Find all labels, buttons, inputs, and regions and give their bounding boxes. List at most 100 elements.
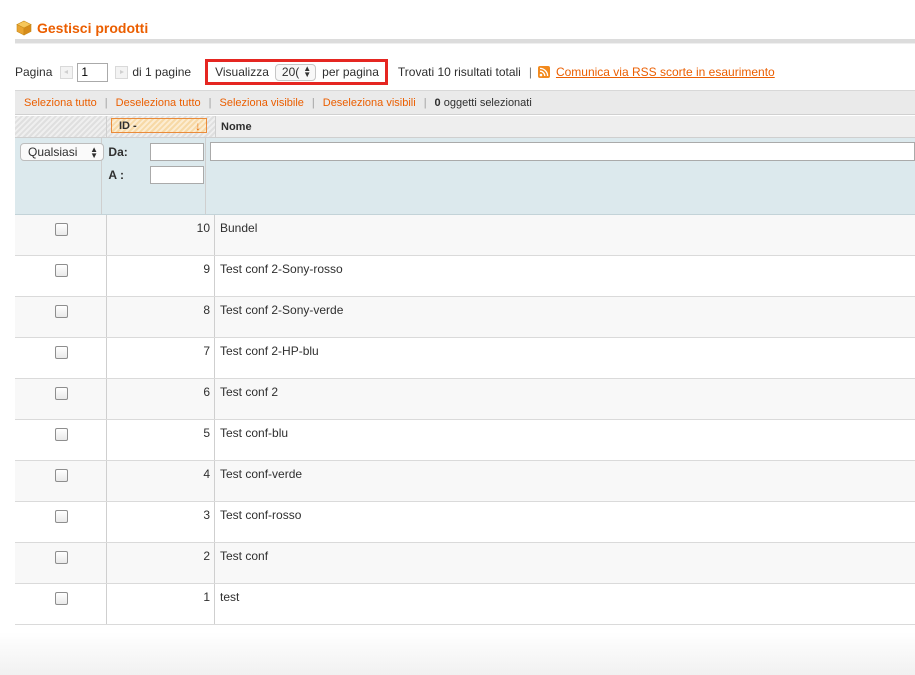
row-id: 3 bbox=[107, 502, 215, 542]
deselect-all-link[interactable]: Deseleziona tutto bbox=[116, 97, 201, 109]
row-name: test bbox=[220, 590, 240, 604]
id-sort-button[interactable]: ID - ↓ bbox=[111, 118, 207, 133]
header-divider bbox=[15, 39, 915, 44]
row-checkbox[interactable] bbox=[55, 305, 68, 318]
results-count: Trovati 10 risultati totali bbox=[397, 65, 521, 79]
row-checkbox-cell bbox=[15, 297, 107, 337]
per-page-control: Visualizza 20( ▲ ▼ per pagina bbox=[205, 59, 388, 85]
select-visible-link[interactable]: Seleziona visibile bbox=[220, 97, 304, 109]
table-row[interactable]: 6 Test conf 2 bbox=[15, 379, 915, 420]
rss-low-stock-link[interactable]: Comunica via RSS scorte in esaurimento bbox=[556, 65, 775, 79]
row-id: 5 bbox=[107, 420, 215, 460]
row-checkbox-cell bbox=[15, 502, 107, 542]
qualsiasi-select[interactable]: Qualsiasi ▲ ▼ bbox=[20, 143, 104, 161]
select-arrows-icon: ▲ ▼ bbox=[303, 64, 312, 79]
table-row[interactable]: 5 Test conf-blu bbox=[15, 420, 915, 461]
id-range-filter: Da: A : bbox=[102, 138, 206, 214]
row-checkbox-cell bbox=[15, 338, 107, 378]
row-checkbox[interactable] bbox=[55, 387, 68, 400]
table-row[interactable]: 7 Test conf 2-HP-blu bbox=[15, 338, 915, 379]
row-name: Test conf-rosso bbox=[220, 508, 302, 522]
filter-row: Qualsiasi ▲ ▼ Da: A : bbox=[15, 138, 915, 215]
select-arrows-icon: ▲ ▼ bbox=[90, 145, 98, 160]
row-name: Bundel bbox=[220, 221, 258, 235]
row-checkbox[interactable] bbox=[55, 346, 68, 359]
separator: | bbox=[423, 96, 427, 109]
row-checkbox[interactable] bbox=[55, 551, 68, 564]
row-checkbox[interactable] bbox=[55, 223, 68, 236]
selected-label: oggetti selezionati bbox=[443, 96, 532, 109]
page-title: Gestisci prodotti bbox=[37, 20, 149, 36]
separator: | bbox=[104, 96, 108, 109]
row-checkbox-cell bbox=[15, 215, 107, 255]
to-label: A : bbox=[108, 168, 124, 182]
view-label: Visualizza bbox=[215, 65, 269, 79]
row-name: Test conf 2-Sony-verde bbox=[220, 303, 344, 317]
checkbox-column-header bbox=[15, 116, 107, 137]
row-checkbox-cell bbox=[15, 256, 107, 296]
row-checkbox-cell bbox=[15, 379, 107, 419]
row-name: Test conf 2-HP-blu bbox=[220, 344, 319, 358]
id-column-header: ID - ↓ bbox=[107, 116, 216, 137]
row-id: 1 bbox=[107, 584, 215, 624]
table-row[interactable]: 2 Test conf bbox=[15, 543, 915, 584]
sort-desc-icon: ↓ bbox=[195, 119, 201, 133]
package-icon bbox=[16, 20, 32, 36]
per-page-label: per pagina bbox=[322, 65, 379, 79]
row-checkbox-cell bbox=[15, 543, 107, 583]
row-checkbox[interactable] bbox=[55, 592, 68, 605]
row-checkbox[interactable] bbox=[55, 264, 68, 277]
selected-count: 0 bbox=[434, 96, 441, 109]
name-column-label: Nome bbox=[221, 120, 252, 133]
id-from-input[interactable] bbox=[150, 143, 205, 161]
row-id: 7 bbox=[107, 338, 215, 378]
id-to-input[interactable] bbox=[150, 166, 205, 184]
table-row[interactable]: 8 Test conf 2-Sony-verde bbox=[15, 297, 915, 338]
grid-body: 10 Bundel 9 Test conf 2-Sony-rosso 8 Test con… bbox=[15, 215, 915, 625]
qualsiasi-value: Qualsiasi bbox=[28, 145, 78, 159]
row-name: Test conf-blu bbox=[220, 426, 289, 440]
page-number-input[interactable] bbox=[77, 62, 109, 82]
page-label: Pagina bbox=[15, 65, 53, 79]
deselect-visible-link[interactable]: Deseleziona visibili bbox=[323, 97, 416, 109]
rss-icon[interactable] bbox=[537, 66, 550, 78]
per-page-value: 20( bbox=[281, 65, 300, 79]
page-header: Gestisci prodotti bbox=[16, 18, 148, 38]
products-grid: ID - ↓ Nome Qualsiasi ▲ ▼ Da: A : 10 Bunde… bbox=[15, 116, 915, 625]
table-row[interactable]: 9 Test conf 2-Sony-rosso bbox=[15, 256, 915, 297]
separator: | bbox=[528, 65, 532, 79]
row-checkbox-cell bbox=[15, 420, 107, 460]
next-page-icon[interactable] bbox=[115, 65, 129, 79]
page-count-text: di 1 pagine bbox=[132, 65, 192, 79]
row-checkbox[interactable] bbox=[55, 510, 68, 523]
separator: | bbox=[311, 96, 315, 109]
prev-page-icon[interactable] bbox=[60, 65, 74, 79]
table-row[interactable]: 1 test bbox=[15, 584, 915, 625]
checkbox-filter-cell: Qualsiasi ▲ ▼ bbox=[15, 138, 104, 214]
from-label: Da: bbox=[108, 145, 128, 159]
row-checkbox[interactable] bbox=[55, 469, 68, 482]
table-row[interactable]: 4 Test conf-verde bbox=[15, 461, 915, 502]
name-column-header[interactable]: Nome bbox=[216, 116, 915, 137]
select-all-link[interactable]: Seleziona tutto bbox=[24, 97, 97, 109]
table-row[interactable]: 3 Test conf-rosso bbox=[15, 502, 915, 543]
row-id: 9 bbox=[107, 256, 215, 296]
row-id: 10 bbox=[107, 215, 215, 255]
footer-area bbox=[0, 632, 915, 675]
row-name: Test conf bbox=[220, 549, 269, 563]
row-id: 4 bbox=[107, 461, 215, 501]
row-checkbox-cell bbox=[15, 461, 107, 501]
name-filter-input[interactable] bbox=[210, 142, 915, 161]
row-name: Test conf-verde bbox=[220, 467, 303, 481]
separator: | bbox=[208, 96, 212, 109]
row-id: 6 bbox=[107, 379, 215, 419]
per-page-select[interactable]: 20( ▲ ▼ bbox=[274, 63, 317, 81]
massaction-bar: Seleziona tutto | Deseleziona tutto | Se… bbox=[15, 90, 915, 115]
row-name: Test conf 2 bbox=[220, 385, 279, 399]
table-row[interactable]: 10 Bundel bbox=[15, 215, 915, 256]
row-checkbox[interactable] bbox=[55, 428, 68, 441]
pager-bar: Pagina di 1 pagine Visualizza 20( ▲▼ per… bbox=[15, 59, 915, 85]
row-checkbox-cell bbox=[15, 584, 107, 624]
row-id: 2 bbox=[107, 543, 215, 583]
id-column-label: ID - bbox=[119, 119, 137, 132]
